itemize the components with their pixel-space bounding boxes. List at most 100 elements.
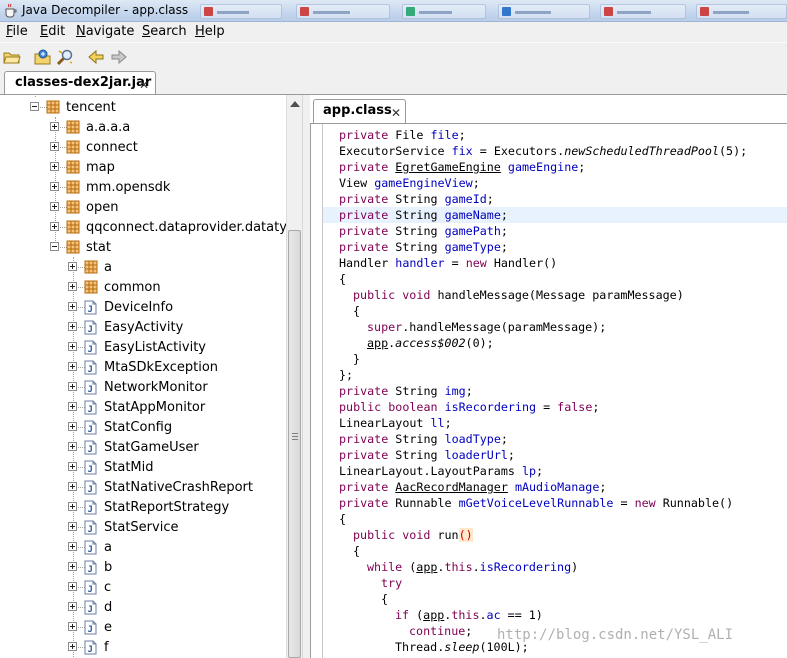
expand-toggle-icon[interactable] — [68, 482, 77, 491]
code-token[interactable]: app — [416, 560, 437, 574]
menu-navigate[interactable]: Navigate — [76, 24, 134, 39]
search-icon[interactable] — [56, 48, 74, 66]
close-icon[interactable]: ✕ — [391, 107, 401, 119]
tree-class-node[interactable]: Jc — [0, 577, 286, 597]
tree-package-node[interactable]: stat — [0, 237, 286, 257]
expand-toggle-icon[interactable] — [50, 202, 59, 211]
code-line-content: while (app.this.isRecordering) — [367, 560, 578, 574]
tree-package-node[interactable]: mm.opensdk — [0, 177, 286, 197]
tab-classes-dex2jar[interactable]: classes-dex2jar.jar ✕ — [4, 71, 156, 95]
code-line-content: }; — [339, 368, 353, 382]
code-line: while (app.this.isRecordering) — [339, 559, 787, 575]
expand-toggle-icon[interactable] — [68, 442, 77, 451]
close-icon[interactable]: ✕ — [139, 79, 149, 91]
menu-file[interactable]: File — [6, 24, 28, 39]
collapse-toggle-icon[interactable] — [30, 102, 39, 111]
tree-class-node[interactable]: J DeviceInfo — [0, 297, 286, 317]
expand-toggle-icon[interactable] — [68, 622, 77, 631]
svg-text:J: J — [88, 645, 93, 655]
code-token: { — [353, 304, 361, 318]
tree-class-node[interactable]: J StatGameUser — [0, 437, 286, 457]
tree-class-node[interactable]: J StatNativeCrashReport — [0, 477, 286, 497]
tree-class-node[interactable]: J MtaSDkException — [0, 357, 286, 377]
code-token[interactable]: app — [367, 336, 388, 350]
tree-node-label: c — [104, 580, 112, 595]
expand-toggle-icon[interactable] — [68, 602, 77, 611]
expand-toggle-icon[interactable] — [68, 542, 77, 551]
expand-toggle-icon[interactable] — [68, 522, 77, 531]
expand-toggle-icon[interactable] — [68, 262, 77, 271]
expand-toggle-icon[interactable] — [50, 142, 59, 151]
scrollbar-thumb[interactable] — [288, 230, 301, 658]
expand-toggle-icon[interactable] — [50, 222, 59, 231]
code-token: gamePath — [444, 224, 501, 238]
tree-package-node[interactable]: tencent — [0, 97, 286, 117]
expand-toggle-icon[interactable] — [68, 402, 77, 411]
tree-class-node[interactable]: J StatService — [0, 517, 286, 537]
scroll-up-arrow-icon[interactable] — [290, 101, 300, 107]
code-token: gameEngine — [507, 160, 579, 174]
expand-toggle-icon[interactable] — [68, 422, 77, 431]
tree-package-node[interactable]: common — [0, 277, 286, 297]
tree-package-node[interactable]: connect — [0, 137, 286, 157]
collapse-toggle-icon[interactable] — [50, 242, 59, 251]
expand-toggle-icon[interactable] — [68, 642, 77, 651]
code-token: public boolean — [339, 400, 445, 414]
code-token[interactable]: AacRecordManager — [395, 480, 508, 494]
code-token: lp — [521, 464, 537, 478]
back-icon[interactable] — [87, 48, 105, 66]
tree-package-node[interactable]: map — [0, 157, 286, 177]
tree-package-node[interactable]: qqconnect.dataprovider.datatype — [0, 217, 286, 237]
tree-package-node[interactable]: a — [0, 257, 286, 277]
code-line: private String gameId; — [339, 191, 787, 207]
code-token: { — [339, 272, 347, 286]
tree-class-node[interactable]: J StatAppMonitor — [0, 397, 286, 417]
menu-help[interactable]: Help — [195, 24, 225, 39]
code-token[interactable]: EgretGameEngine — [395, 160, 501, 174]
tree-node-label: StatMid — [104, 460, 154, 475]
source-code-view[interactable]: private File file; ExecutorService fix = … — [310, 123, 787, 658]
tab-app-class[interactable]: app.class ✕ — [313, 99, 406, 123]
open-type-icon[interactable] — [34, 48, 52, 66]
expand-toggle-icon[interactable] — [68, 342, 77, 351]
tree-scrollbar[interactable] — [286, 95, 302, 658]
pane-splitter[interactable] — [302, 95, 310, 658]
tree-class-node[interactable]: Jd — [0, 597, 286, 617]
tree-node-label: f — [104, 640, 109, 655]
package-icon — [84, 280, 98, 294]
tree-class-node[interactable]: Je — [0, 617, 286, 637]
expand-toggle-icon[interactable] — [68, 382, 77, 391]
tree-package-node[interactable]: a.a.a.a — [0, 117, 286, 137]
forward-icon[interactable] — [110, 48, 128, 66]
tree-package-node[interactable]: open — [0, 197, 286, 217]
tree-class-node[interactable]: J NetworkMonitor — [0, 377, 286, 397]
java-file-icon: J — [84, 440, 97, 455]
code-line: { — [339, 303, 787, 319]
tree-class-node[interactable]: J EasyListActivity — [0, 337, 286, 357]
expand-toggle-icon[interactable] — [50, 182, 59, 191]
open-file-icon[interactable] — [3, 48, 21, 66]
expand-toggle-icon[interactable] — [68, 322, 77, 331]
expand-toggle-icon[interactable] — [68, 362, 77, 371]
expand-toggle-icon[interactable] — [68, 282, 77, 291]
package-icon — [46, 100, 60, 114]
tree-class-node[interactable]: J StatReportStrategy — [0, 497, 286, 517]
tree-class-node[interactable]: Ja — [0, 537, 286, 557]
tree-class-node[interactable]: J StatMid — [0, 457, 286, 477]
expand-toggle-icon[interactable] — [68, 582, 77, 591]
expand-toggle-icon[interactable] — [68, 462, 77, 471]
menu-search[interactable]: Search — [142, 24, 187, 39]
tree-class-node[interactable]: J StatConfig — [0, 417, 286, 437]
expand-toggle-icon[interactable] — [50, 162, 59, 171]
tree-class-node[interactable]: Jf — [0, 637, 286, 657]
tree-class-node[interactable]: Jb — [0, 557, 286, 577]
expand-toggle-icon[interactable] — [68, 502, 77, 511]
code-token: == 1) — [500, 608, 543, 622]
tree-class-node[interactable]: J EasyActivity — [0, 317, 286, 337]
code-token: ; — [500, 432, 508, 446]
expand-toggle-icon[interactable] — [68, 562, 77, 571]
menu-edit[interactable]: Edit — [40, 24, 65, 39]
code-token[interactable]: app — [423, 608, 444, 622]
expand-toggle-icon[interactable] — [68, 302, 77, 311]
expand-toggle-icon[interactable] — [50, 122, 59, 131]
